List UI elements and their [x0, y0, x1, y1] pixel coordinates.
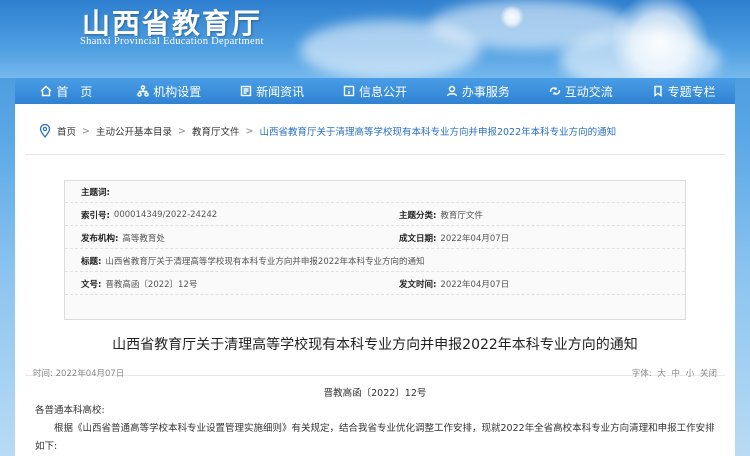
- nav-item-interact[interactable]: 互动交流: [529, 78, 632, 104]
- font-size-controls: 字体: 大 中 小 关闭: [629, 367, 717, 379]
- breadcrumb-separator: >: [82, 125, 90, 137]
- breadcrumb-separator: >: [245, 125, 254, 137]
- service-icon: [446, 85, 458, 97]
- close-button[interactable]: 关闭: [700, 369, 717, 379]
- meta-row-publisher: 发布机构: 高等教育处 成文日期: 2022年04月07日: [65, 227, 685, 249]
- nav-item-service[interactable]: 办事服务: [426, 78, 529, 104]
- nav-item-topic[interactable]: 专题专栏: [632, 78, 735, 104]
- topic-icon: [653, 85, 662, 97]
- nav-item-info[interactable]: 信息公开: [324, 78, 427, 104]
- meta-row-docno: 文号: 晋教高函〔2022〕12号 发文时间: 2022年04月07日: [65, 273, 685, 295]
- paragraph-line: 如下:: [35, 441, 58, 452]
- home-icon: [40, 85, 52, 97]
- font-label: 字体:: [631, 369, 652, 379]
- article-title: 山西省教育厅关于清理高等学校现有本科专业方向并申报2022年本科专业方向的通知: [112, 337, 638, 353]
- divider: [25, 362, 725, 376]
- breadcrumb-level2[interactable]: 教育厅文件: [192, 124, 240, 138]
- content-panel: 首页 > 主动公开基本目录 > 教育厅文件 > 山西省教育厅关于清理高等学校现有…: [15, 104, 735, 456]
- divider: [25, 154, 725, 155]
- breadcrumb-current[interactable]: 山西省教育厅关于清理高等学校现有本科专业方向并申报2022年本科专业方向的通知: [259, 124, 616, 138]
- main-nav: 首 页 机构设置 新闻资讯 信息公开 办事服务 互动交流 专题专栏: [15, 78, 735, 104]
- font-small-button[interactable]: 小: [686, 369, 695, 379]
- paragraph-line: 根据《山西省普通高等学校本科专业设置管理实施细则》有关规定，结合我省专业优化调整…: [54, 423, 715, 434]
- article-time: 时间: 2022年04月07日: [33, 369, 125, 379]
- font-large-button[interactable]: 大: [657, 369, 666, 379]
- nav-item-news[interactable]: 新闻资讯: [221, 78, 324, 104]
- document-number: 晋教高函〔2022〕12号: [323, 388, 427, 399]
- dandelion-decoration: [610, 0, 710, 78]
- header-banner: 山西省教育厅 Shanxi Provincial Education Depar…: [0, 0, 750, 78]
- breadcrumb-home[interactable]: 首页: [57, 124, 76, 138]
- nav-item-org[interactable]: 机构设置: [118, 78, 221, 104]
- breadcrumb-level1[interactable]: 主动公开基本目录: [96, 124, 172, 138]
- location-pin-icon: [39, 124, 51, 138]
- font-medium-button[interactable]: 中: [672, 369, 681, 379]
- nav-item-home[interactable]: 首 页: [15, 78, 118, 104]
- breadcrumb: 首页 > 主动公开基本目录 > 教育厅文件 > 山西省教育厅关于清理高等学校现有…: [39, 124, 616, 138]
- greeting: 各普通本科高校:: [35, 405, 105, 416]
- meta-row-index: 索引号: 000014349/2022-24242 主题分类: 教育厅文件: [65, 204, 685, 226]
- meta-row-topic: 主题词:: [65, 181, 685, 203]
- news-icon: [240, 85, 252, 97]
- info-icon: [343, 85, 355, 97]
- breadcrumb-separator: >: [178, 125, 186, 137]
- meta-row-subject: 标题: 山西省教育厅关于清理高等学校现有本科专业方向并申报2022年本科专业方向…: [65, 250, 685, 272]
- site-logo-subtitle: Shanxi Provincial Education Department: [80, 36, 264, 47]
- interact-icon: [549, 87, 560, 95]
- document-metadata-table: 主题词: 索引号: 000014349/2022-24242 主题分类: 教育厅…: [64, 180, 686, 320]
- org-icon: [137, 85, 150, 97]
